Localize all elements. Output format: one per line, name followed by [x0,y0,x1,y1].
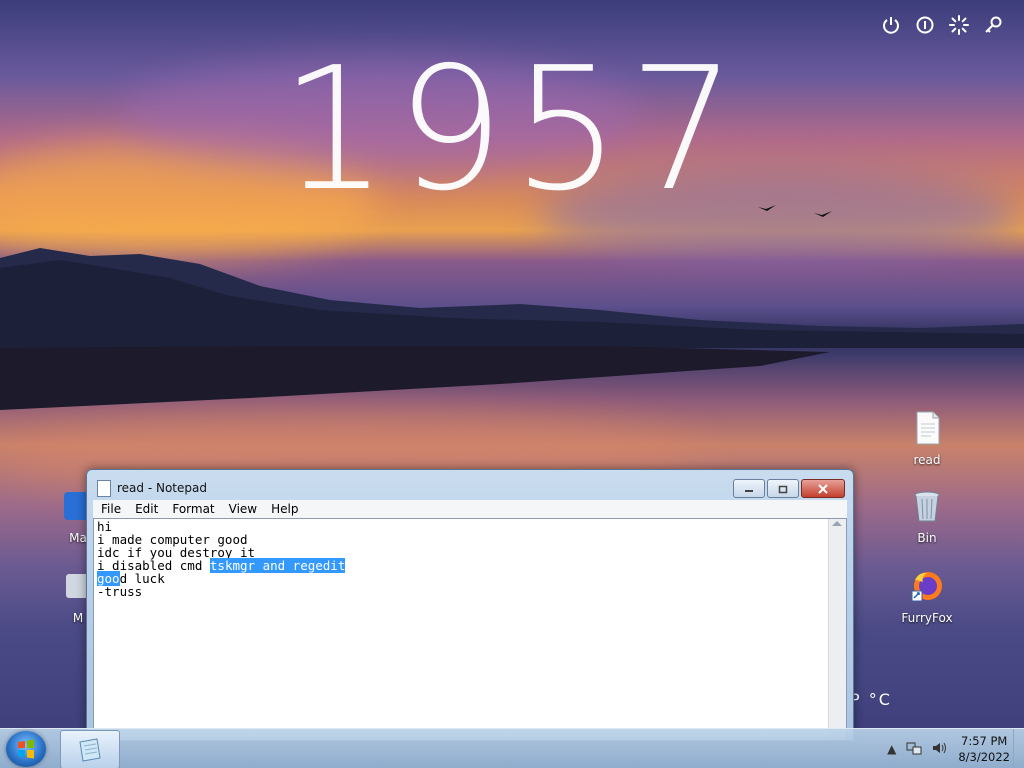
volume-icon[interactable] [932,741,948,758]
power-icon[interactable] [880,14,902,36]
notepad-window[interactable]: read - Notepad File Edit Format View Hel… [86,469,854,741]
taskbar: ▲ 7:57 PM 8/3/2022 [0,728,1024,768]
system-tray: ▲ 7:57 PM 8/3/2022 [887,729,1010,768]
weather-readout: P °C [850,690,892,709]
network-icon[interactable] [906,741,922,758]
taskbar-date: 8/3/2022 [958,750,1010,764]
show-desktop-button[interactable] [1013,729,1024,768]
recycle-bin-icon [914,491,940,522]
notepad-icon [79,737,101,762]
menu-help[interactable]: Help [265,502,304,516]
shoreline [0,346,830,410]
taskbar-notepad-button[interactable] [60,730,120,768]
desktop-clock: 1957 [280,31,745,229]
minimize-button[interactable] [733,479,765,498]
top-actions [880,14,1004,36]
text-line: good luck [97,571,824,586]
close-icon [818,483,828,494]
menu-edit[interactable]: Edit [129,502,164,516]
desktop-icon-read[interactable]: read [890,410,964,467]
window-controls [733,479,845,498]
show-hidden-icons-icon[interactable]: ▲ [887,742,896,756]
text-file-icon [916,411,940,445]
taskbar-time: 7:57 PM [961,734,1008,748]
close-button[interactable] [801,479,845,498]
menu-view[interactable]: View [223,502,263,516]
notepad-icon [97,479,111,497]
text-line: -truss [97,584,143,599]
text-selection: tskmgr and regedit [209,558,346,573]
window-title: read - Notepad [117,481,207,495]
start-button[interactable] [6,731,46,767]
desktop-icon-label: FurryFox [901,611,953,625]
bird [758,205,776,211]
mountain-range [0,248,1024,348]
desktop-icon-label: Bin [917,531,937,545]
menu-file[interactable]: File [95,502,127,516]
maximize-button[interactable] [767,479,799,498]
menu-format[interactable]: Format [166,502,220,516]
text-editor[interactable]: hi i made computer good idc if you destroy… [93,518,847,740]
taskbar-clock[interactable]: 7:57 PM 8/3/2022 [958,733,1010,765]
menubar: File Edit Format View Help [93,500,847,518]
bird [814,211,832,217]
info-icon[interactable] [914,14,936,36]
scroll-up-arrow-icon[interactable] [832,521,842,526]
restore-icon [778,485,788,493]
desktop-icon-furryfox[interactable]: FurryFox [890,568,964,625]
loading-icon[interactable] [948,14,970,36]
windows-logo-icon [18,739,34,759]
window-titlebar[interactable]: read - Notepad [97,479,207,497]
desktop: 1957 read Bin FurryFox Ma M P °C read - … [0,0,1024,768]
furryfox-browser-icon [911,572,942,602]
desktop-icon-bin[interactable]: Bin [890,488,964,545]
vertical-scrollbar[interactable] [828,519,846,740]
desktop-icon-label: read [913,453,941,467]
text-line: i disabled cmd tskmgr and regedit [97,558,824,573]
key-icon[interactable] [982,14,1004,36]
minimize-icon [745,489,753,492]
editor-text[interactable]: hi i made computer good idc if you destroy… [97,520,824,598]
